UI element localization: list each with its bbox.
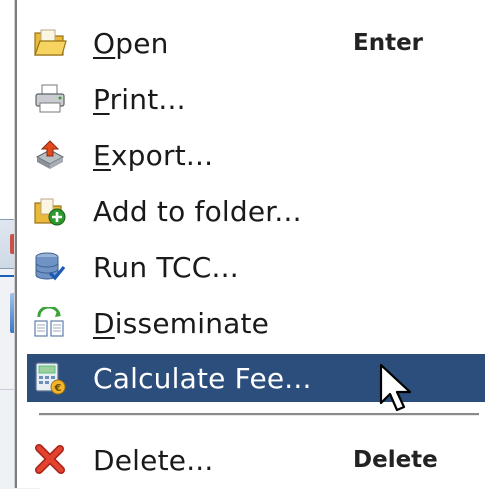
printer-icon [33,82,67,116]
add-to-folder-icon [33,194,67,228]
menu-item-add-to-folder[interactable]: Add to folder... [27,187,485,235]
menu-item-shortcut: Enter [353,30,424,56]
menu-item-shortcut: Delete [353,447,438,473]
folder-open-icon [33,26,67,60]
delete-x-icon [33,443,67,477]
menu-item-export[interactable]: Export... [27,131,485,179]
svg-text:€: € [54,383,62,394]
menu-item-label: Add to folder... [93,194,302,228]
menu-item-label: Open [93,26,169,60]
menu-item-label: Delete... [93,443,214,477]
menu-item-disseminate[interactable]: Disseminate [27,299,485,347]
menu-item-label: Disseminate [93,306,270,340]
menu-item-delete[interactable]: Delete... Delete [27,436,485,484]
menu-item-open[interactable]: Open Enter [27,19,485,67]
menu-item-label: Calculate Fee... [93,361,312,395]
menu-item-label: Print... [93,82,186,116]
mouse-pointer-icon [379,363,412,412]
menu-item-run-tcc[interactable]: Run TCC... [27,243,485,291]
menu-item-label: Export... [93,138,214,172]
menu-item-label: Run TCC... [93,250,239,284]
calculator-icon: € [33,361,67,395]
export-icon [33,138,67,172]
database-check-icon [33,250,67,284]
menu-item-print[interactable]: Print... [27,75,485,123]
disseminate-icon [33,306,67,340]
